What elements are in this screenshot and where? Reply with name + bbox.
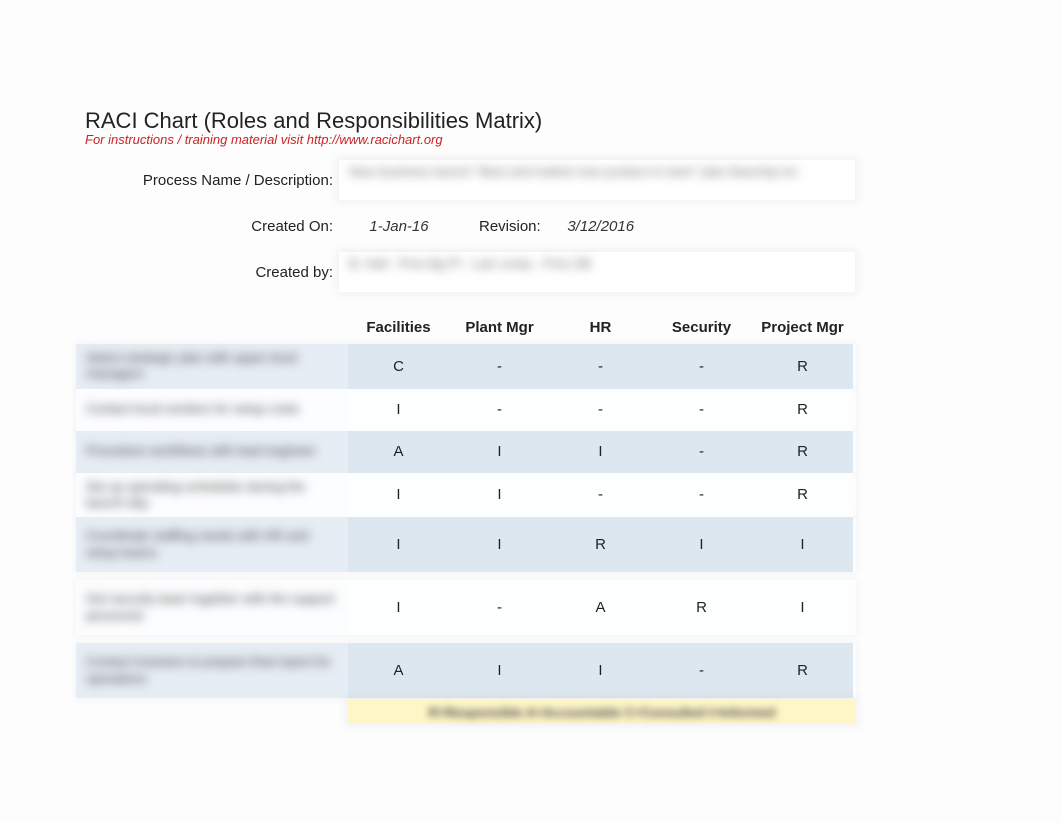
created-by-value-box: B. Hall - Pres Bg Pl - Lain comp - Pres … bbox=[339, 252, 855, 292]
header-row: Facilities Plant Mgr HR Security Project… bbox=[76, 310, 856, 344]
raci-cell: I bbox=[449, 473, 550, 518]
task-cell: Get security team together with the supp… bbox=[76, 580, 348, 635]
raci-cell: I bbox=[449, 517, 550, 572]
raci-cell: I bbox=[550, 431, 651, 473]
task-text-blur: Procedure workflows with lead engineer bbox=[86, 443, 316, 459]
task-text-blur: Contact local vendors for setup costs bbox=[86, 401, 299, 417]
task-text-blur: Contact investors & prepare final report… bbox=[86, 654, 338, 687]
raci-cell: - bbox=[550, 389, 651, 431]
task-text-blur: Set up operating schedules during the la… bbox=[86, 479, 338, 512]
meta-row-process: Process Name / Description: New business… bbox=[85, 160, 855, 200]
table-row: Get security team together with the supp… bbox=[76, 580, 856, 635]
raci-cell: A bbox=[348, 431, 449, 473]
created-by-label: Created by: bbox=[85, 264, 339, 281]
raci-cell: I bbox=[449, 643, 550, 698]
raci-cell: A bbox=[348, 643, 449, 698]
raci-cell: - bbox=[651, 344, 752, 389]
task-cell: Set up operating schedules during the la… bbox=[76, 473, 348, 518]
raci-cell: R bbox=[651, 580, 752, 635]
table-row: Select strategic plan with upper level m… bbox=[76, 344, 856, 389]
meta-row-dates: Created On: 1-Jan-16 Revision: 3/12/2016 bbox=[85, 206, 855, 246]
task-cell: Contact investors & prepare final report… bbox=[76, 643, 348, 698]
task-text-blur: Coordinate staffing needs with HR and se… bbox=[86, 528, 338, 561]
task-cell: Contact local vendors for setup costs bbox=[76, 389, 348, 431]
raci-cell: I bbox=[449, 431, 550, 473]
raci-cell: - bbox=[449, 580, 550, 635]
revision-value: 3/12/2016 bbox=[551, 218, 651, 235]
task-text-blur: Get security team together with the supp… bbox=[86, 591, 338, 624]
meta-block: Process Name / Description: New business… bbox=[85, 160, 855, 292]
raci-matrix: Facilities Plant Mgr HR Security Project… bbox=[76, 310, 856, 698]
raci-cell: I bbox=[752, 580, 853, 635]
raci-cell: R bbox=[752, 389, 853, 431]
process-value-blur: New business launch "Best and hottest ne… bbox=[349, 164, 845, 181]
role-header: Security bbox=[651, 310, 752, 344]
table-row: Procedure workflows with lead engineerAI… bbox=[76, 431, 856, 473]
raci-cell: - bbox=[449, 344, 550, 389]
raci-cell: R bbox=[752, 643, 853, 698]
raci-cell: I bbox=[651, 517, 752, 572]
raci-cell: R bbox=[550, 517, 651, 572]
raci-cell: - bbox=[550, 473, 651, 518]
role-header: Project Mgr bbox=[752, 310, 853, 344]
raci-cell: I bbox=[348, 473, 449, 518]
raci-cell: - bbox=[550, 344, 651, 389]
raci-cell: I bbox=[348, 517, 449, 572]
process-value-box: New business launch "Best and hottest ne… bbox=[339, 160, 855, 200]
legend-text: R=Responsible A=Accountable C=Consulted … bbox=[429, 705, 776, 720]
raci-document: RACI Chart (Roles and Responsibilities M… bbox=[0, 0, 1062, 822]
meta-row-created-by: Created by: B. Hall - Pres Bg Pl - Lain … bbox=[85, 252, 855, 292]
raci-cell: I bbox=[752, 517, 853, 572]
raci-cell: - bbox=[449, 389, 550, 431]
task-text-blur: Select strategic plan with upper level m… bbox=[86, 350, 338, 383]
raci-cell: R bbox=[752, 344, 853, 389]
created-on-value: 1-Jan-16 bbox=[339, 218, 459, 235]
revision-label: Revision: bbox=[459, 218, 551, 235]
process-label: Process Name / Description: bbox=[85, 172, 339, 189]
raci-cell: R bbox=[752, 473, 853, 518]
role-header: Facilities bbox=[348, 310, 449, 344]
page-title: RACI Chart (Roles and Responsibilities M… bbox=[85, 108, 542, 134]
raci-cell: - bbox=[651, 643, 752, 698]
raci-cell: - bbox=[651, 389, 752, 431]
table-row: Contact local vendors for setup costsI--… bbox=[76, 389, 856, 431]
table-row: Contact investors & prepare final report… bbox=[76, 643, 856, 698]
raci-cell: I bbox=[550, 643, 651, 698]
raci-cell: I bbox=[348, 389, 449, 431]
created-on-label: Created On: bbox=[85, 218, 339, 235]
task-cell: Select strategic plan with upper level m… bbox=[76, 344, 348, 389]
role-header: HR bbox=[550, 310, 651, 344]
raci-cell: - bbox=[651, 431, 752, 473]
header-task-col bbox=[76, 310, 348, 344]
table-row: Coordinate staffing needs with HR and se… bbox=[76, 517, 856, 572]
task-cell: Coordinate staffing needs with HR and se… bbox=[76, 517, 348, 572]
raci-cell: I bbox=[348, 580, 449, 635]
raci-cell: A bbox=[550, 580, 651, 635]
raci-cell: C bbox=[348, 344, 449, 389]
task-cell: Procedure workflows with lead engineer bbox=[76, 431, 348, 473]
raci-cell: - bbox=[651, 473, 752, 518]
legend-box: R=Responsible A=Accountable C=Consulted … bbox=[348, 700, 856, 724]
page-subtitle: For instructions / training material vis… bbox=[85, 132, 443, 147]
created-by-value-blur: B. Hall - Pres Bg Pl - Lain comp - Pres … bbox=[349, 256, 845, 273]
role-header: Plant Mgr bbox=[449, 310, 550, 344]
raci-cell: R bbox=[752, 431, 853, 473]
table-row: Set up operating schedules during the la… bbox=[76, 473, 856, 518]
